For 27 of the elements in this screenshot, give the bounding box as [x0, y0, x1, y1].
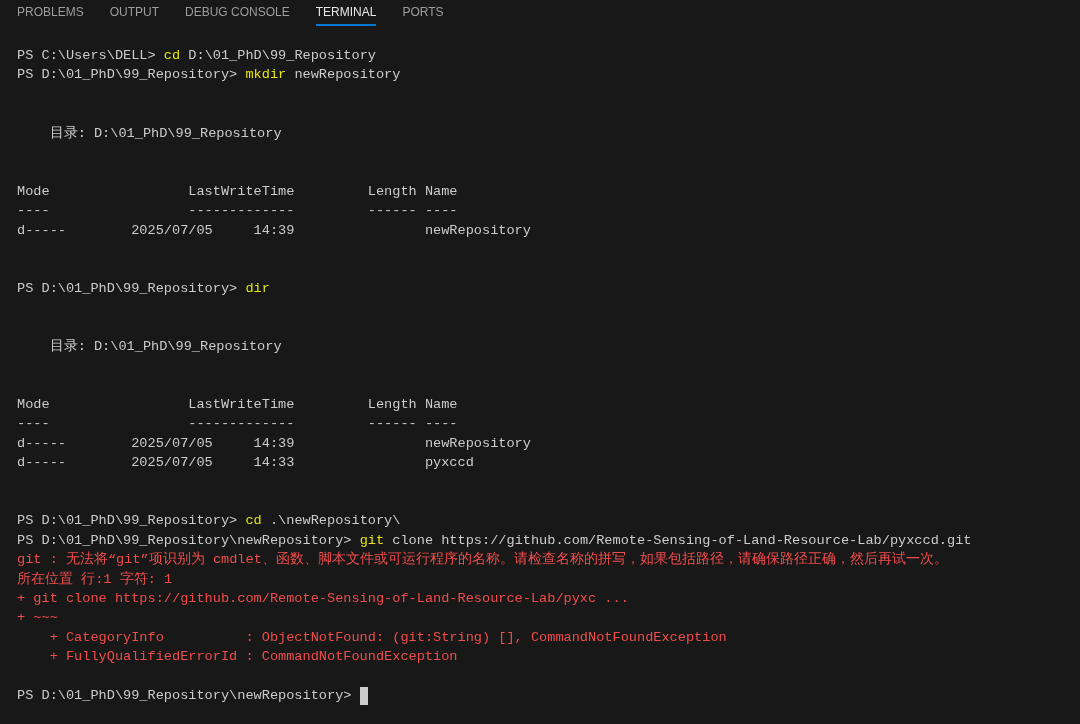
text-cursor: [359, 686, 368, 705]
terminal-line: d----- 2025/07/05 14:39 newRepository: [17, 221, 531, 240]
terminal-line: + FullyQualifiedErrorId : CommandNotFoundException: [48, 648, 458, 667]
panel-tab[interactable]: TERMINAL: [315, 0, 377, 26]
terminal-line: + CategoryInfo : ObjectNotFound: (git:String) [], CommandNotFoundException: [48, 628, 727, 647]
prompt-line: PS D:\01_PhD\99_Repository\newRepository>: [17, 686, 353, 705]
terminal-line: ---- ------------- ------ ----: [17, 202, 458, 221]
terminal-line: Mode LastWriteTime Length Name: [17, 396, 458, 415]
terminal-line: d----- 2025/07/05 14:39 newRepository: [17, 434, 531, 453]
panel-tab[interactable]: PORTS: [402, 0, 444, 26]
panel-tab[interactable]: DEBUG CONSOLE: [185, 0, 290, 26]
terminal-line: PS D:\01_PhD\99_Repository> dir: [17, 279, 270, 298]
terminal-line: PS D:\01_PhD\99_Repository\newRepository> git clone https://github.com/Remote-Sensing-of-Land-Resource-Lab/pyxccd.git: [17, 531, 972, 550]
terminal-line: PS D:\01_PhD\99_Repository> cd .\newRepository\: [17, 512, 401, 531]
terminal-line: git : 无法将“git”项识别为 cmdlet、函数、脚本文件或可运行程序的名称。请检查名称的拼写，如果包括路径，请确保路径正确，然后再试一次。: [17, 550, 948, 570]
panel-tab[interactable]: PROBLEMS: [17, 0, 84, 26]
terminal-line: 目录: D:\01_PhD\99_Repository: [48, 337, 282, 356]
panel-tab[interactable]: OUTPUT: [109, 0, 160, 26]
terminal-line: PS D:\01_PhD\99_Repository> mkdir newRepository: [17, 66, 401, 85]
terminal-line: d----- 2025/07/05 14:33 pyxccd: [17, 454, 474, 473]
terminal-line: + git clone https://github.com/Remote-Sensing-of-Land-Resource-Lab/pyxc ...: [17, 589, 629, 608]
terminal-line: 目录: D:\01_PhD\99_Repository: [48, 124, 282, 143]
terminal-line: PS C:\Users\DELL> cd D:\01_PhD\99_Repository: [17, 47, 376, 65]
terminal-line: Mode LastWriteTime Length Name: [17, 182, 458, 201]
terminal-line: 所在位置 行:1 字符: 1: [17, 570, 173, 589]
terminal-line: ---- ------------- ------ ----: [17, 415, 458, 434]
terminal-line: + ~~~: [17, 609, 58, 628]
